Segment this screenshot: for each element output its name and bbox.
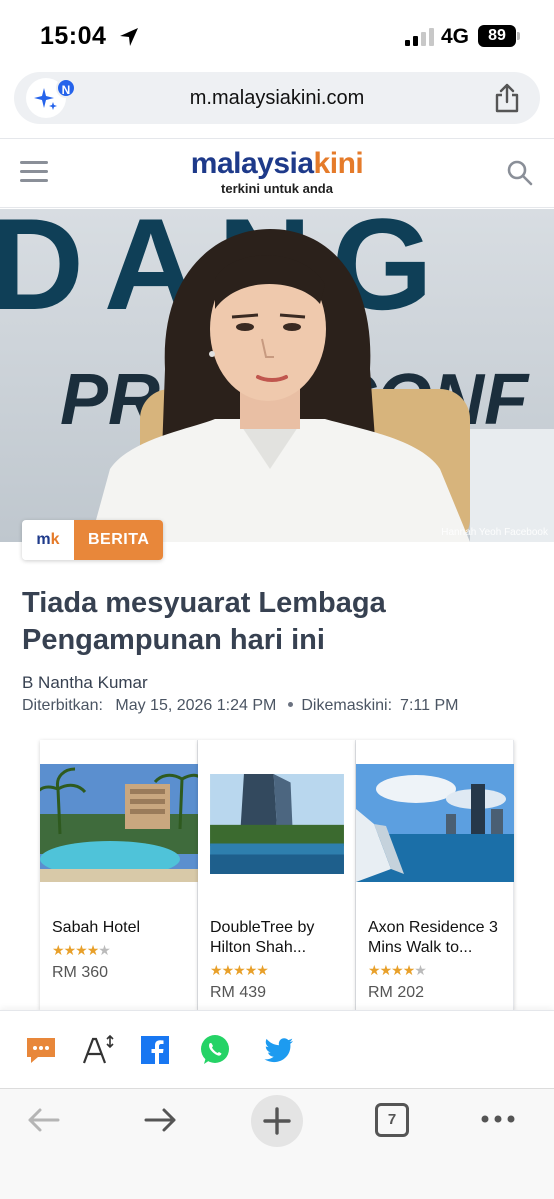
hotel-ad-carousel: Sabah Hotel ★★★★★ RM 360 DoubleTree by H… [40,740,514,1010]
cellular-signal-icon [405,28,434,46]
image-credit: Hannah Yeoh Facebook [441,527,548,538]
star-filled-icon: ★ [221,962,235,978]
separator-dot [288,702,294,708]
article-hero-image: DANG PRESS CONF Hannah Yeoh Facebook [0,209,554,542]
updated-time: 7:11 PM [400,697,459,714]
star-filled-icon: ★ [52,942,65,958]
more-options-icon[interactable] [480,1109,516,1129]
hotel-photo [210,774,344,874]
star-filled-icon: ★ [244,962,258,978]
facebook-icon[interactable] [138,1033,172,1067]
star-filled-icon: ★ [233,962,246,978]
browser-toolbar: 7 [0,1088,554,1199]
notification-badge: N [56,78,76,98]
star-filled-icon: ★ [368,962,381,978]
plus-icon [263,1107,291,1135]
comment-icon[interactable] [24,1033,58,1067]
hotel-price: RM 439 [210,984,267,1001]
hotel-card[interactable]: Axon Residence 3 Mins Walk to... ★★★★★ R… [356,740,514,1010]
star-rating: ★★★★★ [52,942,111,959]
star-empty-icon: ★ [98,942,111,958]
whatsapp-icon[interactable] [198,1033,232,1067]
network-type: 4G [441,25,470,48]
hotel-card[interactable]: Sabah Hotel ★★★★★ RM 360 [40,740,198,1010]
star-filled-icon: ★ [210,962,223,978]
article-headline: Tiada mesyuarat Lembaga Pengampunan hari… [22,587,386,656]
star-filled-icon: ★ [402,962,416,978]
category-label[interactable]: BERITA [74,520,164,560]
published-label: Diterbitkan: [22,697,103,714]
hotel-name[interactable]: DoubleTree by Hilton Shah... [210,918,350,958]
battery-level: 89 [478,25,516,47]
search-icon[interactable] [506,159,534,187]
tab-switcher-button[interactable]: 7 [375,1103,409,1137]
new-tab-button[interactable] [251,1095,303,1147]
site-header: malaysiakini terkini untuk anda [0,138,554,208]
hotel-card[interactable]: DoubleTree by Hilton Shah... ★★★★★ RM 43… [198,740,356,1010]
share-icon[interactable] [492,82,522,114]
star-empty-icon: ★ [414,962,427,978]
battery-tip [517,32,520,40]
twitter-icon[interactable] [262,1033,296,1067]
forward-arrow-icon[interactable] [142,1105,178,1135]
site-logo[interactable]: malaysiakini [0,147,554,181]
hotel-photo [356,764,514,882]
address-bar[interactable]: m.malaysiakini.com N [14,72,540,124]
star-filled-icon: ★ [86,942,100,958]
star-rating: ★★★★★ [368,962,427,979]
star-filled-icon: ★ [256,962,269,978]
published-date: May 15, 2026 1:24 PM [115,697,277,714]
hotel-name[interactable]: Axon Residence 3 Mins Walk to... [368,918,508,958]
star-filled-icon: ★ [63,942,77,958]
article-author[interactable]: B Nantha Kumar [22,673,148,693]
star-filled-icon: ★ [75,942,88,958]
back-arrow-icon[interactable] [26,1105,62,1135]
url-text[interactable]: m.malaysiakini.com [14,72,540,124]
clock: 15:04 [40,22,107,50]
updated-label: Dikemaskini: [301,697,393,714]
hotel-price: RM 202 [368,984,425,1001]
font-size-icon[interactable] [82,1033,116,1067]
hotel-name[interactable]: Sabah Hotel [52,918,192,938]
article-dates: Diterbitkan: May 15, 2026 1:24 PM Dikemas… [22,697,466,715]
status-bar: 15:04 4G 89 [0,0,554,70]
site-tagline: terkini untuk anda [221,181,333,196]
hotel-photo [40,764,198,882]
category-tag[interactable]: mk BERITA [22,520,164,560]
share-toolbar [0,1010,554,1088]
star-filled-icon: ★ [379,962,393,978]
star-rating: ★★★★★ [210,962,269,979]
location-arrow-icon [120,28,138,46]
hotel-price: RM 360 [52,964,109,981]
star-filled-icon: ★ [391,962,404,978]
hero-photo: DANG PRESS CONF [0,209,554,542]
mk-logo-icon: mk [22,520,74,560]
